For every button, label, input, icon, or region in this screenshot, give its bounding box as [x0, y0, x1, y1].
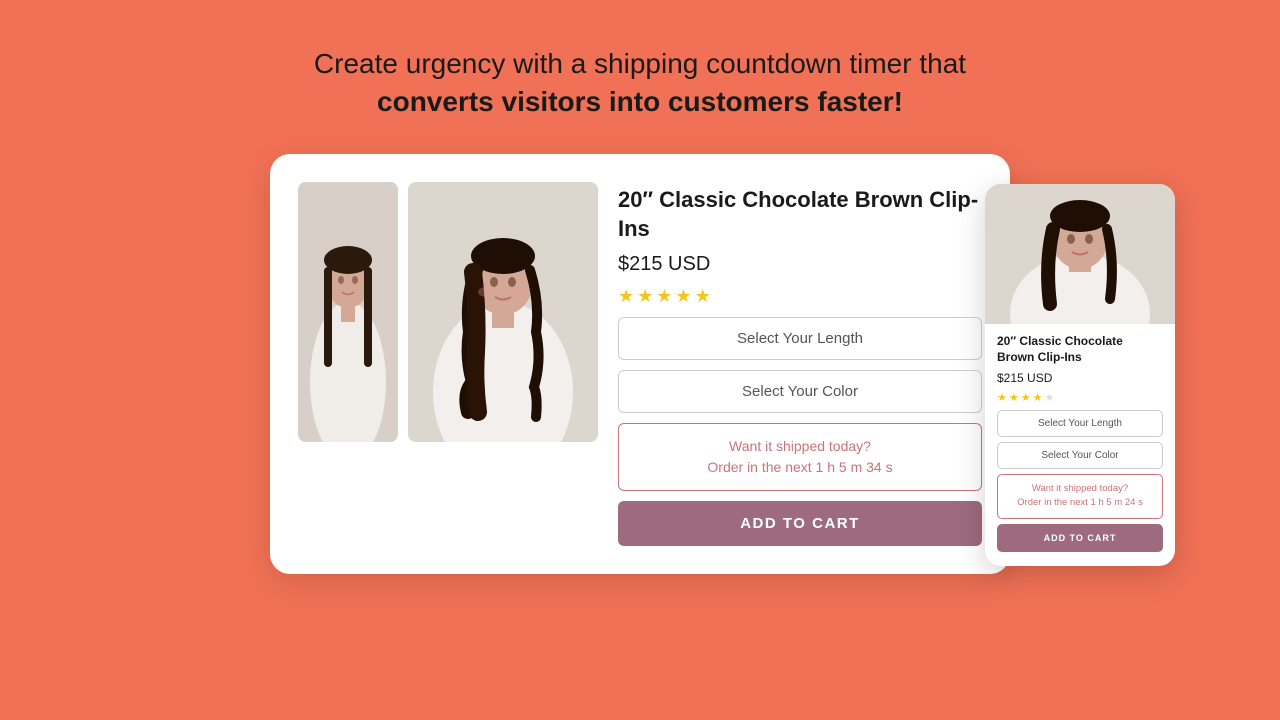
- mobile-select-length-button[interactable]: Select Your Length: [997, 410, 1163, 437]
- cards-container: 20″ Classic Chocolate Brown Clip-Ins $21…: [270, 154, 1010, 574]
- mobile-star-rating: ★ ★ ★ ★ ★: [997, 391, 1163, 404]
- mobile-star-3: ★: [1021, 391, 1031, 404]
- hero-line1: Create urgency with a shipping countdown…: [314, 48, 966, 80]
- star-4: ★: [675, 286, 691, 307]
- product-price: $215 USD: [618, 253, 982, 276]
- desktop-images: [298, 182, 598, 546]
- star-rating: ★ ★ ★ ★ ★: [618, 286, 982, 307]
- product-details: 20″ Classic Chocolate Brown Clip-Ins $21…: [618, 182, 982, 546]
- mobile-add-to-cart-button[interactable]: ADD TO CART: [997, 524, 1163, 552]
- mobile-buttons: Select Your Length Select Your Color Wan…: [985, 410, 1175, 552]
- mobile-product-price: $215 USD: [997, 371, 1163, 385]
- add-to-cart-button[interactable]: ADD TO CART: [618, 501, 982, 546]
- mobile-star-5: ★: [1045, 391, 1055, 404]
- star-3: ★: [656, 286, 672, 307]
- mobile-card: 20″ Classic Chocolate Brown Clip-Ins $21…: [985, 184, 1175, 566]
- product-image-large: [408, 182, 598, 442]
- mobile-product-title: 20″ Classic Chocolate Brown Clip-Ins: [997, 334, 1163, 365]
- star-5: ★: [695, 286, 711, 307]
- select-color-button[interactable]: Select Your Color: [618, 370, 982, 413]
- mobile-star-1: ★: [997, 391, 1007, 404]
- mobile-product-image: [985, 184, 1175, 324]
- mobile-star-2: ★: [1009, 391, 1019, 404]
- desktop-card: 20″ Classic Chocolate Brown Clip-Ins $21…: [270, 154, 1010, 574]
- star-1: ★: [618, 286, 634, 307]
- select-length-button[interactable]: Select Your Length: [618, 317, 982, 360]
- mobile-shipping-countdown-box: Want it shipped today? Order in the next…: [997, 474, 1163, 519]
- mobile-shipping-line1: Want it shipped today?: [1006, 482, 1154, 496]
- product-image-small: [298, 182, 398, 442]
- shipping-countdown-box: Want it shipped today? Order in the next…: [618, 423, 982, 491]
- product-title: 20″ Classic Chocolate Brown Clip-Ins: [618, 186, 982, 243]
- hero-section: Create urgency with a shipping countdown…: [314, 48, 966, 118]
- mobile-star-4: ★: [1033, 391, 1043, 404]
- hero-line2: converts visitors into customers faster!: [314, 86, 966, 118]
- shipping-line1: Want it shipped today?: [635, 436, 965, 457]
- mobile-product-details: 20″ Classic Chocolate Brown Clip-Ins $21…: [985, 324, 1175, 404]
- mobile-select-color-button[interactable]: Select Your Color: [997, 442, 1163, 469]
- shipping-line2: Order in the next 1 h 5 m 34 s: [635, 457, 965, 478]
- mobile-shipping-line2: Order in the next 1 h 5 m 24 s: [1006, 496, 1154, 510]
- star-2: ★: [637, 286, 653, 307]
